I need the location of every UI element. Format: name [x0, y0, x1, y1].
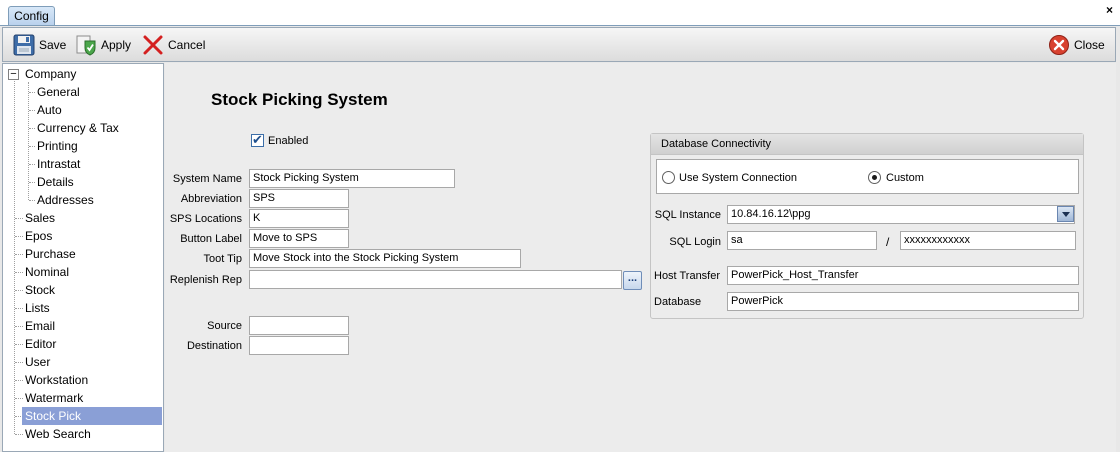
source-label: Source — [207, 320, 242, 332]
sps-locations-input[interactable]: K — [249, 209, 349, 228]
tree-item-stock-pick[interactable]: Stock Pick — [22, 407, 162, 425]
tree-item-editor[interactable]: Editor — [25, 335, 56, 353]
sql-instance-dropdown-icon[interactable] — [1057, 206, 1074, 222]
tree-item-auto[interactable]: Auto — [37, 101, 62, 119]
tree-item-email[interactable]: Email — [25, 317, 55, 335]
use-system-connection-label: Use System Connection — [679, 172, 797, 184]
tree-item-general[interactable]: General — [37, 83, 80, 101]
custom-radio[interactable] — [868, 171, 881, 184]
tree-connector — [29, 128, 35, 129]
tree-connector — [15, 326, 23, 327]
tree-connector — [15, 434, 23, 435]
tree-connector — [15, 272, 23, 273]
toot-tip-label: Toot Tip — [203, 253, 242, 265]
enabled-checkbox[interactable] — [251, 132, 264, 148]
tree-connector — [15, 380, 23, 381]
sql-instance-label: SQL Instance — [654, 209, 721, 221]
button-label-input[interactable]: Move to SPS — [249, 229, 349, 248]
tree-item-company[interactable]: Company — [25, 65, 76, 83]
tab-config[interactable]: Config — [8, 6, 55, 26]
destination-label: Destination — [186, 340, 242, 352]
apply-button[interactable]: Apply — [75, 33, 131, 57]
floppy-disk-icon — [13, 34, 35, 56]
destination-input[interactable] — [249, 336, 349, 355]
tree-connector — [15, 290, 23, 291]
replenish-rep-browse-button[interactable]: ... — [623, 271, 642, 290]
tree-item-nominal[interactable]: Nominal — [25, 263, 69, 281]
save-label: Save — [39, 38, 67, 52]
tree-connector — [15, 236, 23, 237]
sql-login-password-input[interactable]: xxxxxxxxxxxx — [900, 231, 1076, 250]
collapse-company-icon[interactable]: − — [8, 69, 19, 80]
tree-item-watermark[interactable]: Watermark — [25, 389, 83, 407]
tree-item-user[interactable]: User — [25, 353, 50, 371]
tree-item-workstation[interactable]: Workstation — [25, 371, 88, 389]
host-transfer-input[interactable]: PowerPick_Host_Transfer — [727, 266, 1079, 285]
page-title: Stock Picking System — [211, 90, 388, 109]
tree-item-addresses[interactable]: Addresses — [37, 191, 94, 209]
tree-connector — [29, 146, 35, 147]
toolbar: Save Apply Cancel Close — [2, 27, 1116, 62]
tree-item-lists[interactable]: Lists — [25, 299, 50, 317]
tree-connector — [14, 81, 15, 434]
tree-item-sales[interactable]: Sales — [25, 209, 55, 227]
use-system-connection-radio[interactable] — [662, 171, 675, 184]
sql-instance-select[interactable]: 10.84.16.12\ppg — [727, 205, 1075, 224]
system-name-input[interactable]: Stock Picking System — [249, 169, 455, 188]
abbreviation-input[interactable]: SPS — [249, 189, 349, 208]
tab-divider — [0, 25, 1120, 26]
close-circle-icon — [1048, 34, 1070, 56]
cancel-label: Cancel — [168, 38, 206, 52]
tree-item-epos[interactable]: Epos — [25, 227, 52, 245]
shield-check-icon — [75, 34, 97, 56]
source-input[interactable] — [249, 316, 349, 335]
tree-item-details[interactable]: Details — [37, 173, 74, 191]
database-label: Database — [654, 296, 702, 308]
tree-connector — [15, 308, 23, 309]
tree-item-web-search[interactable]: Web Search — [25, 425, 91, 443]
tree-item-printing[interactable]: Printing — [37, 137, 78, 155]
sql-login-label: SQL Login — [669, 236, 721, 248]
toot-tip-input[interactable]: Move Stock into the Stock Picking System — [249, 249, 521, 268]
apply-label: Apply — [101, 38, 132, 52]
tree-connector — [29, 182, 35, 183]
tree-connector — [15, 398, 23, 399]
save-button[interactable]: Save — [13, 33, 66, 57]
abbreviation-label: Abbreviation — [180, 193, 242, 205]
tab-close-icon[interactable]: × — [1106, 4, 1113, 16]
system-name-label: System Name — [172, 173, 242, 185]
tab-strip: Config × — [0, 0, 1120, 26]
tree-connector — [15, 254, 23, 255]
tree-item-stock[interactable]: Stock — [25, 281, 55, 299]
database-input[interactable]: PowerPick — [727, 292, 1079, 311]
tree-item-intrastat[interactable]: Intrastat — [37, 155, 80, 173]
tree-connector — [29, 200, 35, 201]
tree-connector — [15, 218, 23, 219]
tree-item-currency-tax[interactable]: Currency & Tax — [37, 119, 119, 137]
cancel-button[interactable]: Cancel — [142, 33, 205, 57]
tree-connector — [15, 362, 23, 363]
tree-connector — [15, 344, 23, 345]
replenish-rep-label: Replenish Rep — [169, 274, 242, 286]
tree-connector — [29, 164, 35, 165]
sql-login-user-input[interactable]: sa — [727, 231, 877, 250]
close-button[interactable]: Close — [1048, 33, 1105, 57]
tree-connector — [29, 92, 35, 93]
enabled-label: Enabled — [268, 135, 309, 147]
database-connectivity-title: Database Connectivity — [651, 134, 1083, 155]
login-separator: / — [886, 235, 890, 249]
host-transfer-label: Host Transfer — [654, 270, 721, 282]
cancel-x-icon — [142, 34, 164, 56]
replenish-rep-input[interactable] — [249, 270, 622, 289]
tree-connector — [29, 110, 35, 111]
close-label: Close — [1074, 38, 1105, 52]
sps-locations-label: SPS Locations — [169, 213, 242, 225]
tree-item-purchase[interactable]: Purchase — [25, 245, 76, 263]
custom-label: Custom — [886, 172, 924, 184]
button-label-label: Button Label — [180, 233, 242, 245]
